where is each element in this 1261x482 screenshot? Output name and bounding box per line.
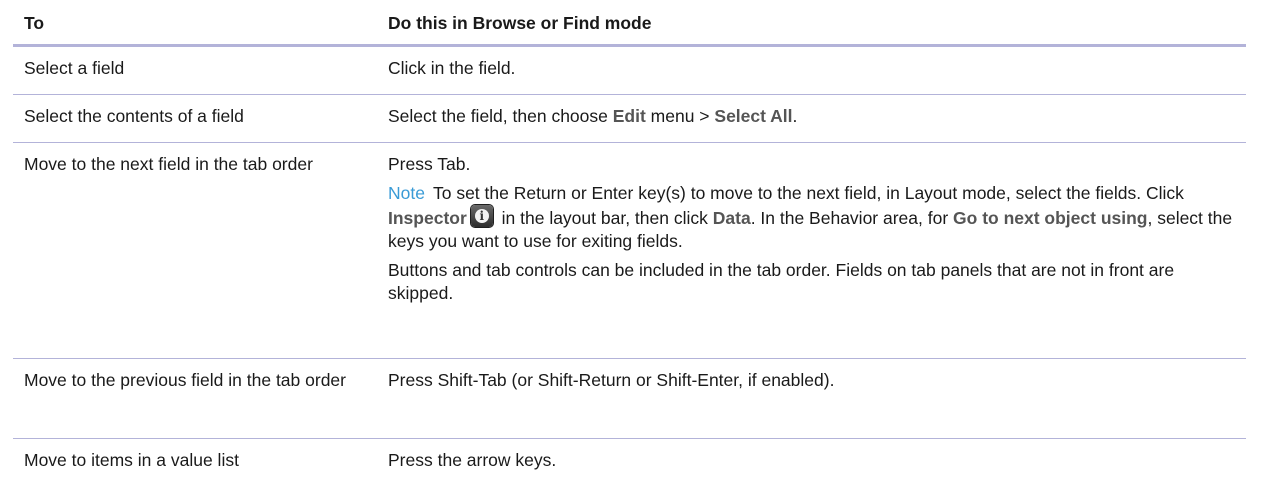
edit-menu-term: Edit — [612, 106, 646, 126]
row-action: Select a field — [24, 58, 125, 78]
note-text: To set the Return or Enter key(s) to mov… — [432, 183, 1184, 203]
row-action: Move to the previous field in the tab or… — [24, 370, 346, 390]
instruction-text: . — [792, 106, 798, 126]
note-text: in the layout bar, then click — [496, 208, 713, 228]
row-instruction: Press the arrow keys. — [388, 450, 557, 470]
inspector-info-icon — [470, 205, 493, 227]
inspector-term: Inspector — [388, 208, 467, 228]
instruction-text: Select the field, then choose — [388, 106, 613, 126]
table-row: Select a field Click in the field. — [13, 47, 1246, 95]
note-text: . In the Behavior area, for — [750, 208, 954, 228]
select-all-term: Select All — [714, 106, 793, 126]
row-action: Move to items in a value list — [24, 450, 239, 470]
row-action: Move to the next field in the tab order — [24, 154, 313, 174]
row-action: Select the contents of a field — [24, 106, 244, 126]
table-row: Select the contents of a field Select th… — [13, 95, 1246, 143]
shortcut-table: To Do this in Browse or Find mode Select… — [13, 0, 1246, 482]
extra-paragraph: Buttons and tab controls can be included… — [388, 260, 1175, 303]
header-do-this: Do this in Browse or Find mode — [388, 13, 652, 33]
instruction-text: Press Tab. — [388, 154, 471, 174]
table-row: Move to items in a value list Press the … — [13, 439, 1246, 482]
row-instruction: Select the field, then choose Edit menu … — [388, 95, 1246, 142]
row-instruction: Press Shift-Tab (or Shift-Return or Shif… — [388, 370, 835, 390]
table-row: Move to the next field in the tab order … — [13, 143, 1246, 359]
header-to: To — [24, 13, 45, 33]
instruction-text: menu > — [645, 106, 715, 126]
data-term: Data — [712, 208, 751, 228]
row-instruction: Click in the field. — [388, 58, 516, 78]
table-row: Move to the previous field in the tab or… — [13, 359, 1246, 439]
row-instruction: Press Tab. Note To set the Return or Ente… — [388, 143, 1246, 358]
table-header: To Do this in Browse or Find mode — [13, 0, 1246, 47]
note-paragraph: Note To set the Return or Enter key(s) to… — [388, 182, 1236, 253]
go-to-next-object-term: Go to next object using — [953, 208, 1148, 228]
note-label: Note — [388, 183, 425, 203]
